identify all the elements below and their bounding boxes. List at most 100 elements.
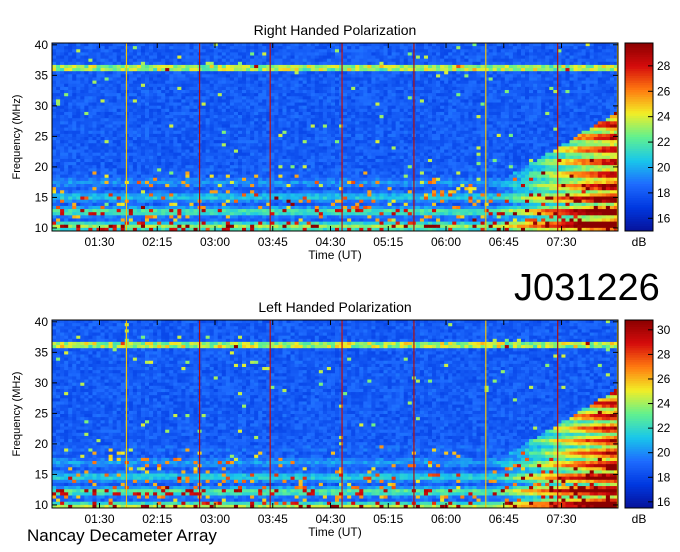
heatmap-cell: [593, 146, 599, 150]
heatmap-cell: [258, 152, 263, 157]
heatmap-cell: [423, 118, 429, 122]
heatmap-cell: [132, 115, 138, 119]
heatmap-cell: [427, 152, 433, 157]
heatmap-cell: [298, 137, 304, 141]
heatmap-cell: [294, 127, 300, 132]
heatmap-cell: [116, 80, 122, 85]
heatmap-cell: [169, 146, 174, 150]
heatmap-cell: [233, 93, 239, 97]
heatmap-cell: [169, 149, 174, 154]
heatmap-cell: [318, 133, 324, 138]
heatmap-cell: [573, 111, 578, 116]
heatmap-cell: [189, 140, 194, 144]
heatmap-cell: [136, 80, 142, 85]
heatmap-cell: [144, 137, 150, 141]
heatmap-cell: [181, 140, 186, 144]
heatmap-cell: [149, 121, 154, 125]
heatmap-cell: [189, 111, 194, 116]
heatmap-cell: [64, 64, 69, 69]
heatmap-cell: [464, 149, 469, 154]
heatmap-cell: [298, 130, 304, 135]
heatmap-cell: [128, 118, 134, 122]
heatmap-cell: [460, 74, 465, 78]
heatmap-cell: [258, 90, 263, 94]
heatmap-cell: [436, 121, 441, 125]
heatmap-cell: [561, 43, 566, 47]
heatmap-cell: [217, 99, 223, 103]
heatmap-cell: [314, 105, 320, 110]
heatmap-cell: [363, 108, 368, 113]
heatmap-cell: [136, 49, 142, 53]
heatmap-cell: [314, 43, 320, 47]
heatmap-cell: [68, 77, 73, 81]
heatmap-cell: [112, 124, 118, 128]
heatmap-cell: [136, 55, 142, 60]
heatmap-cell: [472, 121, 477, 125]
heatmap-cell: [100, 68, 105, 72]
heatmap-cell: [290, 96, 295, 100]
heatmap-cell: [290, 102, 295, 107]
heatmap-cell: [440, 68, 445, 72]
heatmap-cell: [84, 149, 89, 154]
heatmap-cell: [209, 124, 215, 128]
heatmap-cell: [476, 93, 481, 97]
heatmap-cell: [242, 115, 247, 119]
heatmap-cell: [605, 108, 611, 113]
heatmap-cell: [379, 99, 384, 103]
heatmap-cell: [298, 96, 304, 100]
heatmap-cell: [132, 149, 138, 154]
heatmap-cell: [52, 80, 57, 85]
heatmap-cell: [589, 108, 595, 113]
heatmap-cell: [68, 115, 73, 119]
heatmap-cell: [549, 86, 554, 91]
heatmap-cell: [363, 83, 368, 88]
heatmap-cell: [355, 133, 360, 138]
heatmap-cell: [116, 71, 122, 75]
heatmap-cell: [318, 99, 324, 103]
heatmap-cell: [189, 46, 194, 50]
heatmap-cell: [561, 118, 566, 122]
heatmap-cell: [242, 43, 247, 47]
heatmap-cell: [84, 96, 89, 100]
heatmap-cell: [601, 111, 607, 116]
heatmap-cell: [468, 83, 473, 88]
heatmap-cell: [181, 130, 186, 135]
heatmap-cell: [387, 105, 392, 110]
heatmap-cell: [472, 93, 477, 97]
heatmap-cell: [242, 80, 247, 85]
heatmap-cell: [444, 90, 449, 94]
heatmap-cell: [541, 61, 546, 66]
heatmap-cell: [52, 121, 57, 125]
heatmap-cell: [496, 43, 502, 47]
heatmap-cell: [237, 133, 243, 138]
heatmap-cell: [480, 61, 485, 66]
heatmap-cell: [472, 99, 477, 103]
heatmap-cell: [318, 108, 324, 113]
heatmap-cell: [601, 105, 607, 110]
heatmap-cell: [565, 130, 570, 135]
heatmap-cell: [140, 68, 146, 72]
heatmap-cell: [290, 137, 295, 141]
heatmap-cell: [444, 74, 449, 78]
heatmap-cell: [213, 130, 219, 135]
heatmap-cell: [274, 105, 279, 110]
heatmap-cell: [161, 86, 166, 91]
heatmap-cell: [128, 46, 134, 50]
heatmap-cell: [96, 130, 101, 135]
heatmap-cell: [480, 121, 485, 125]
heatmap-cell: [436, 105, 441, 110]
heatmap-cell: [383, 99, 388, 103]
heatmap-cell: [157, 49, 162, 53]
heatmap-cell: [213, 146, 219, 150]
heatmap-cell: [262, 49, 267, 53]
heatmap-cell: [464, 58, 469, 63]
heatmap-cell: [193, 137, 198, 141]
heatmap-cell: [76, 83, 81, 88]
heatmap-cell: [96, 86, 101, 91]
heatmap-cell: [140, 93, 146, 97]
heatmap-cell: [407, 96, 413, 100]
heatmap-cell: [161, 118, 166, 122]
heatmap-cell: [419, 111, 425, 116]
heatmap-cell: [153, 49, 158, 53]
heatmap-cell: [561, 99, 566, 103]
